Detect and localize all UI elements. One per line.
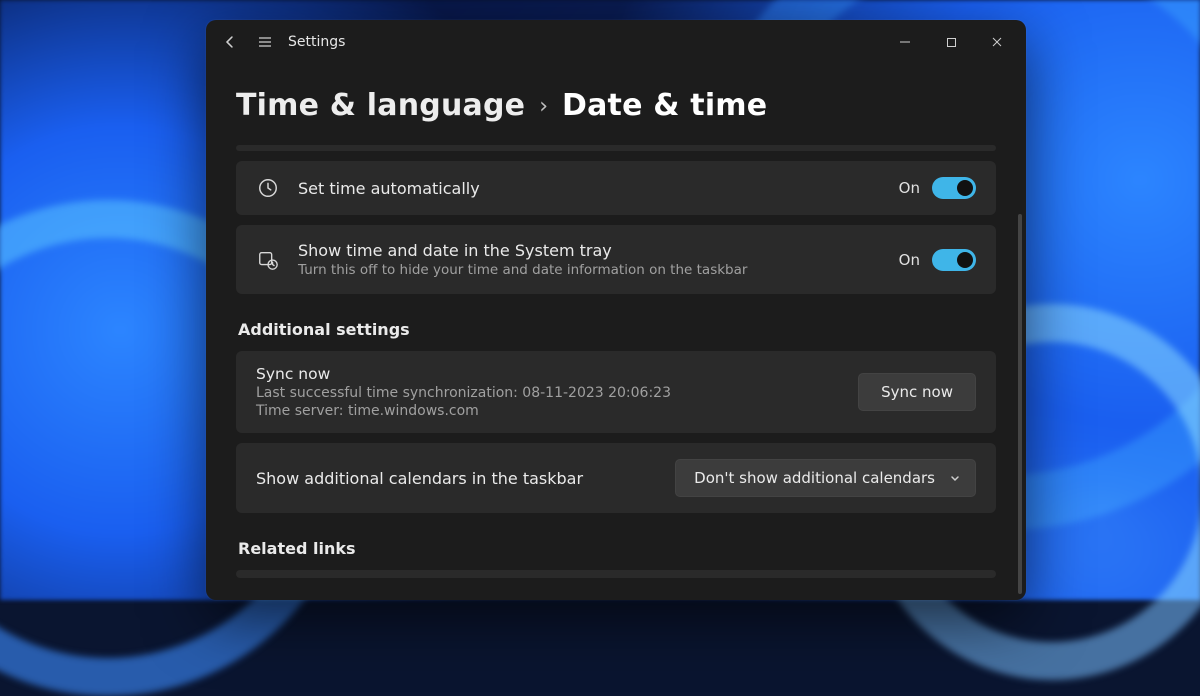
maximize-button[interactable] bbox=[928, 26, 974, 58]
setting-additional-calendars: Show additional calendars in the taskbar… bbox=[236, 443, 996, 513]
chevron-right-icon: › bbox=[539, 94, 548, 119]
page-title: Date & time bbox=[562, 88, 767, 123]
sync-last-sync: Last successful time synchronization: 08… bbox=[256, 385, 840, 401]
toggle-state-label: On bbox=[899, 179, 920, 197]
setting-set-time-automatically[interactable]: Set time automatically On bbox=[236, 161, 996, 215]
toggle-state-label: On bbox=[899, 251, 920, 269]
minimize-button[interactable] bbox=[882, 26, 928, 58]
close-button[interactable] bbox=[974, 26, 1020, 58]
toggle-set-time-auto[interactable] bbox=[932, 177, 976, 199]
titlebar: Settings bbox=[206, 20, 1026, 64]
content-area: Time & language › Date & time Set time a… bbox=[206, 64, 1026, 600]
card-edge bbox=[236, 570, 996, 578]
select-value: Don't show additional calendars bbox=[694, 469, 935, 487]
setting-sublabel: Turn this off to hide your time and date… bbox=[298, 262, 881, 278]
menu-button[interactable] bbox=[250, 27, 280, 57]
tray-clock-icon bbox=[256, 249, 280, 271]
back-button[interactable] bbox=[216, 27, 246, 57]
sync-now-button[interactable]: Sync now bbox=[858, 373, 976, 411]
setting-show-time-in-tray[interactable]: Show time and date in the System tray Tu… bbox=[236, 225, 996, 294]
sync-title: Sync now bbox=[256, 365, 840, 383]
card-edge bbox=[236, 145, 996, 151]
setting-label: Show time and date in the System tray bbox=[298, 241, 881, 260]
setting-label: Show additional calendars in the taskbar bbox=[256, 469, 657, 488]
scrollbar[interactable] bbox=[1018, 214, 1022, 594]
setting-label: Set time automatically bbox=[298, 179, 881, 198]
breadcrumb-parent[interactable]: Time & language bbox=[236, 88, 525, 123]
section-header-related: Related links bbox=[238, 539, 996, 558]
calendars-select[interactable]: Don't show additional calendars bbox=[675, 459, 976, 497]
window-controls bbox=[882, 26, 1020, 58]
settings-window: Settings Time & language › Date & time bbox=[206, 20, 1026, 600]
section-header-additional: Additional settings bbox=[238, 320, 996, 339]
chevron-down-icon bbox=[949, 472, 961, 484]
app-title: Settings bbox=[288, 34, 345, 50]
clock-icon bbox=[256, 177, 280, 199]
sync-server: Time server: time.windows.com bbox=[256, 403, 840, 419]
breadcrumb: Time & language › Date & time bbox=[236, 88, 996, 123]
toggle-system-tray[interactable] bbox=[932, 249, 976, 271]
setting-sync-now: Sync now Last successful time synchroniz… bbox=[236, 351, 996, 433]
